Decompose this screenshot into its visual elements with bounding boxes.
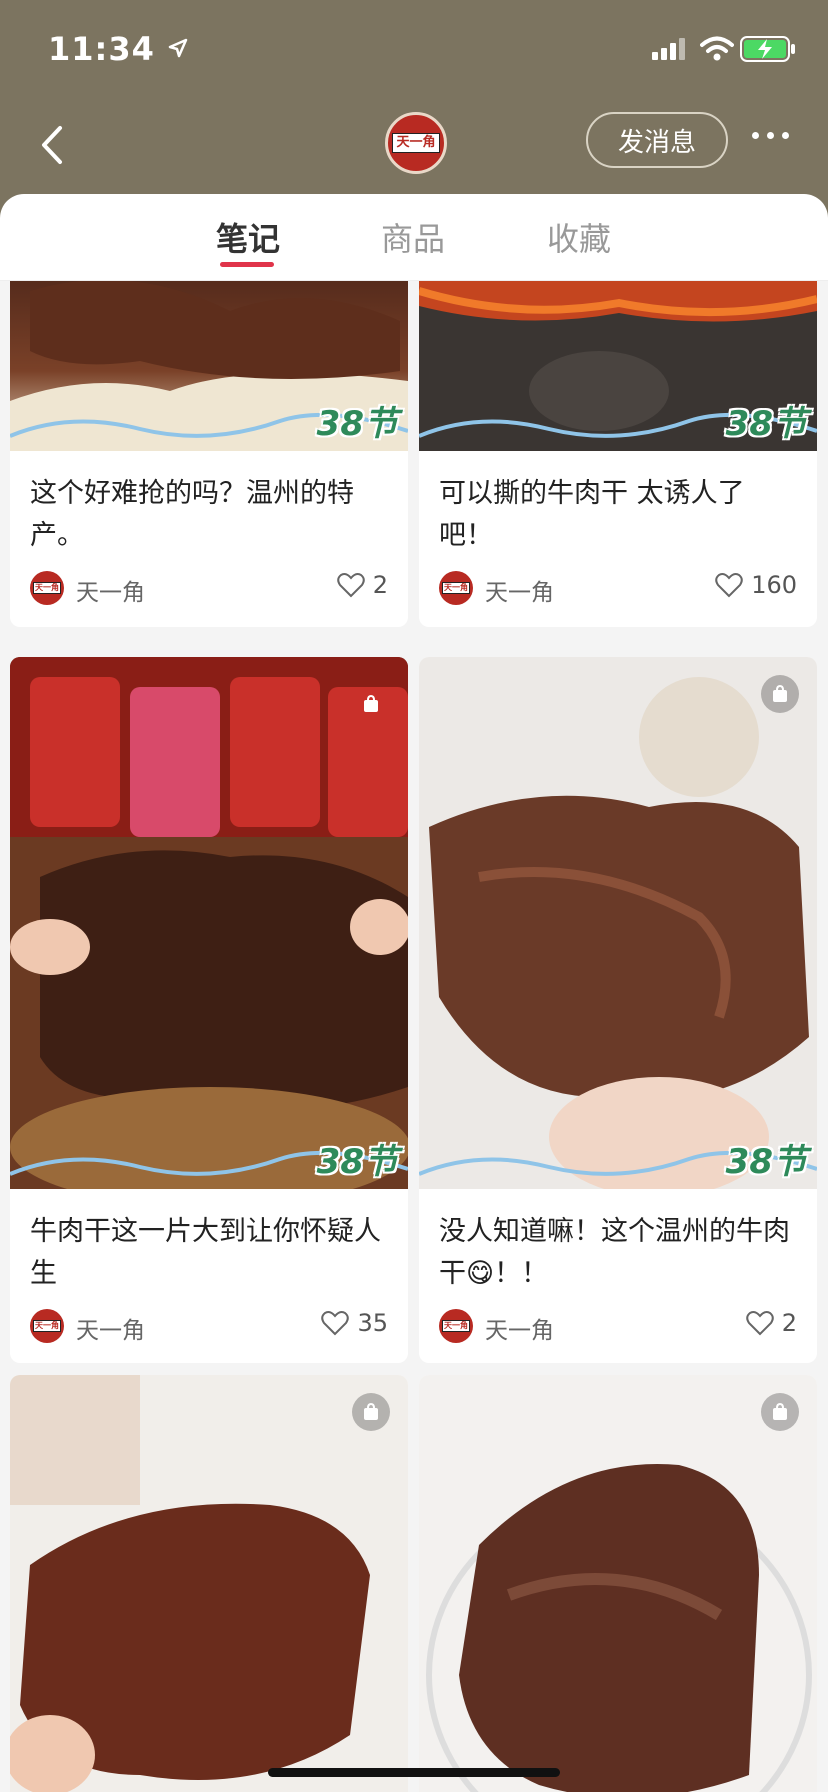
more-dot-icon [782, 132, 789, 139]
festival-badge: 38节 [725, 404, 807, 444]
note-title: 没人知道嘛！这个温州的牛肉干😋！！ [439, 1216, 790, 1289]
tab-products[interactable]: 商品 [381, 214, 445, 260]
like-button[interactable]: 160 [715, 571, 797, 599]
note-title: 牛肉干这一片大到让你怀疑人生 [30, 1216, 381, 1289]
chevron-left-icon [42, 126, 62, 164]
author-avatar[interactable]: 天一角 [30, 571, 64, 605]
note-cover-image: 38节 [419, 657, 817, 1189]
battery-charging-icon [740, 36, 795, 62]
like-button[interactable]: 2 [745, 1309, 797, 1337]
tab-favorites[interactable]: 收藏 [547, 214, 611, 260]
more-dot-icon [767, 132, 774, 139]
shop-logo-text: 天一角 [392, 133, 440, 153]
shop-avatar[interactable]: 天一角 [385, 112, 447, 174]
back-button[interactable] [30, 120, 80, 170]
notes-feed[interactable]: 38节 这个好难抢的吗？温州的特产。 天一角 天一角 2 38节 可以撕的牛肉干… [0, 281, 828, 1792]
shopping-bag-icon [352, 685, 390, 723]
author-avatar[interactable]: 天一角 [439, 1309, 473, 1343]
avatar-logo-text: 天一角 [33, 1320, 61, 1332]
avatar-logo-text: 天一角 [33, 582, 61, 594]
nav-bar: 天一角 发消息 [0, 100, 828, 196]
heart-icon [745, 1311, 774, 1336]
note-card[interactable]: 38节 没人知道嘛！这个温州的牛肉干😋！！ 天一角 天一角 2 [419, 657, 817, 1363]
note-meta: 天一角 天一角 35 [30, 1307, 388, 1347]
status-bar: 11:34 [0, 0, 828, 100]
note-title: 这个好难抢的吗？温州的特产。 [30, 478, 354, 551]
like-count: 2 [372, 571, 388, 599]
heart-icon [336, 573, 365, 598]
like-count: 2 [781, 1309, 797, 1337]
note-cover-image: 38节 [10, 657, 408, 1189]
status-time: 11:34 [48, 30, 155, 68]
home-indicator[interactable] [268, 1768, 560, 1777]
author-avatar[interactable]: 天一角 [439, 571, 473, 605]
festival-badge: 38节 [725, 1142, 807, 1182]
note-meta: 天一角 天一角 2 [439, 1307, 797, 1347]
author-name[interactable]: 天一角 [485, 1311, 554, 1345]
like-button[interactable]: 35 [321, 1309, 388, 1337]
note-card[interactable] [10, 1375, 408, 1792]
festival-badge: 38节 [316, 404, 398, 444]
note-title: 可以撕的牛肉干 太诱人了吧！ [439, 478, 745, 551]
tab-bar: 笔记 商品 收藏 [0, 194, 828, 281]
active-tab-indicator [220, 262, 274, 267]
note-cover-image [10, 1375, 408, 1792]
like-count: 160 [751, 571, 797, 599]
tab-notes[interactable]: 笔记 [216, 214, 280, 260]
send-message-button[interactable]: 发消息 [586, 112, 728, 168]
author-name[interactable]: 天一角 [76, 573, 145, 607]
note-card[interactable] [419, 1375, 817, 1792]
author-avatar[interactable]: 天一角 [30, 1309, 64, 1343]
note-meta: 天一角 天一角 2 [30, 569, 388, 609]
signal-icon [652, 38, 685, 60]
wifi-icon [700, 36, 734, 61]
avatar-logo-text: 天一角 [442, 1320, 470, 1332]
note-card[interactable]: 38节 牛肉干这一片大到让你怀疑人生 天一角 天一角 35 [10, 657, 408, 1363]
note-card[interactable]: 38节 可以撕的牛肉干 太诱人了吧！ 天一角 天一角 160 [419, 281, 817, 627]
note-meta: 天一角 天一角 160 [439, 569, 797, 609]
festival-badge: 38节 [316, 1142, 398, 1182]
like-button[interactable]: 2 [336, 571, 388, 599]
shopping-bag-icon [761, 675, 799, 713]
like-count: 35 [357, 1309, 388, 1337]
shopping-bag-icon [761, 1393, 799, 1431]
location-arrow-icon [168, 38, 188, 58]
heart-icon [321, 1311, 350, 1336]
author-name[interactable]: 天一角 [485, 573, 554, 607]
note-cover-image [419, 1375, 817, 1792]
more-dot-icon [752, 132, 759, 139]
avatar-logo-text: 天一角 [442, 582, 470, 594]
more-options-button[interactable] [748, 124, 798, 154]
author-name[interactable]: 天一角 [76, 1311, 145, 1345]
note-card[interactable]: 38节 这个好难抢的吗？温州的特产。 天一角 天一角 2 [10, 281, 408, 627]
note-cover-image: 38节 [10, 281, 408, 451]
note-cover-image: 38节 [419, 281, 817, 451]
heart-icon [715, 573, 743, 598]
shopping-bag-icon [352, 1393, 390, 1431]
